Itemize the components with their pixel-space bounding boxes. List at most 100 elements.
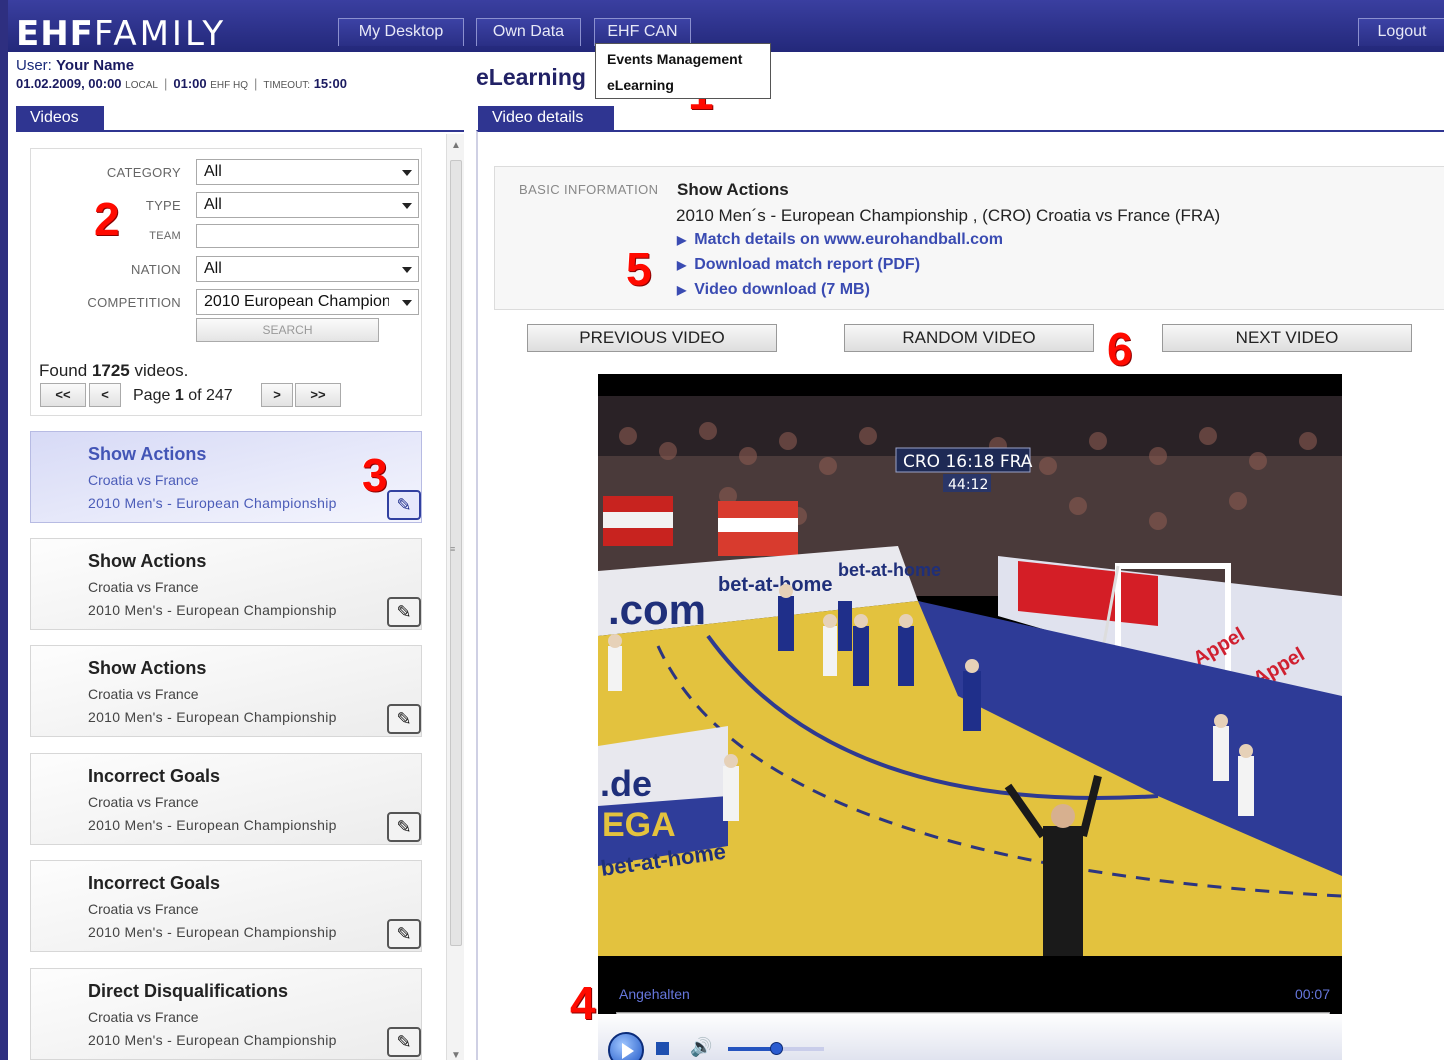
- match-details-text: Match details on www.eurohandball.com: [694, 231, 1004, 248]
- ehf-family-logo[interactable]: EHFFAMILY: [16, 14, 226, 54]
- local-label: LOCAL: [125, 80, 158, 91]
- tab-video-details[interactable]: Video details: [478, 106, 614, 130]
- next-page-button[interactable]: >: [261, 383, 293, 407]
- match-details-link[interactable]: ▶ Match details on www.eurohandball.com: [677, 231, 1003, 249]
- competition-select[interactable]: 2010 European Championship: [196, 289, 419, 315]
- video-match: Croatia vs France: [88, 472, 199, 488]
- user-info: User: Your Name: [16, 57, 134, 74]
- competition-label: COMPETITION: [87, 295, 181, 310]
- scoreboard-clock: 44:12: [948, 477, 988, 493]
- filter-form: CATEGORY All TYPE All TEAM NATION All CO…: [30, 148, 422, 416]
- video-list-item[interactable]: Direct Disqualifications Croatia vs Fran…: [30, 968, 422, 1060]
- annotation-number: 5: [626, 243, 652, 295]
- random-video-button[interactable]: RANDOM VIDEO: [844, 324, 1094, 352]
- annotation-number: 4: [570, 977, 596, 1029]
- timeout-value: 15:00: [313, 76, 347, 91]
- category-label: CATEGORY: [106, 165, 181, 180]
- tab-my-desktop[interactable]: My Desktop: [338, 18, 464, 46]
- ad-board-text: bet-at-home: [838, 560, 941, 580]
- edit-pencil-icon[interactable]: ✎: [387, 919, 421, 949]
- video-competition: 2010 Men's - European Championship: [88, 709, 337, 725]
- video-title: Show Actions: [88, 444, 207, 464]
- edit-pencil-icon[interactable]: ✎: [387, 490, 421, 520]
- scroll-down-icon[interactable]: ▼: [451, 1050, 461, 1060]
- first-page-button[interactable]: <<: [40, 383, 86, 407]
- player-status: Angehalten: [619, 986, 690, 1002]
- video-competition: 2010 Men's - European Championship: [88, 602, 337, 618]
- nation-select[interactable]: All: [196, 256, 419, 282]
- edit-pencil-icon[interactable]: ✎: [387, 597, 421, 627]
- tab-videos[interactable]: Videos: [16, 106, 104, 130]
- nation-value: All: [204, 260, 222, 277]
- play-icon[interactable]: [608, 1032, 644, 1060]
- annotation-number: 6: [1107, 323, 1133, 375]
- video-list-item[interactable]: Incorrect Goals Croatia vs France 2010 M…: [30, 860, 422, 952]
- previous-video-button[interactable]: PREVIOUS VIDEO: [527, 324, 777, 352]
- user-name: Your Name: [56, 57, 135, 74]
- previous-page-button[interactable]: <: [89, 383, 121, 407]
- video-title: Incorrect Goals: [88, 766, 221, 786]
- grip-icon: ≡: [450, 544, 456, 554]
- stop-icon[interactable]: [656, 1042, 669, 1055]
- video-download-text: Video download (7 MB): [694, 281, 870, 298]
- search-button[interactable]: SEARCH: [196, 318, 379, 342]
- basic-information-label: BASIC INFORMATION: [519, 182, 659, 197]
- found-suffix: videos.: [134, 361, 189, 380]
- video-list-item[interactable]: Show Actions Croatia vs France 2010 Men'…: [30, 645, 422, 737]
- competition-value: 2010 European Championship: [204, 293, 389, 310]
- category-select[interactable]: All: [196, 159, 419, 185]
- play-arrow-icon: ▶: [677, 283, 687, 297]
- category-value: All: [204, 163, 222, 180]
- team-input[interactable]: [196, 224, 419, 248]
- annotation-number: 2: [94, 193, 120, 245]
- video-competition: 2010 Men's - European Championship: [88, 1032, 337, 1048]
- video-match: Croatia vs France: [88, 579, 199, 595]
- last-page-button[interactable]: >>: [295, 383, 341, 407]
- tab-ehf-can[interactable]: EHF CAN: [594, 18, 691, 46]
- scroll-up-icon[interactable]: ▲: [451, 140, 461, 151]
- edit-pencil-icon[interactable]: ✎: [387, 1027, 421, 1057]
- video-list-item[interactable]: Show Actions Croatia vs France 2010 Men'…: [30, 538, 422, 630]
- page-current: 1: [174, 387, 184, 404]
- logo-bold-text: EHF: [16, 14, 94, 54]
- download-report-link[interactable]: ▶ Download match report (PDF): [677, 256, 920, 274]
- video-title: Show Actions: [88, 551, 207, 571]
- video-download-link[interactable]: ▶ Video download (7 MB): [677, 281, 870, 299]
- found-prefix: Found: [39, 361, 88, 380]
- logout-button[interactable]: Logout: [1358, 18, 1444, 46]
- tab-own-data[interactable]: Own Data: [476, 18, 581, 46]
- video-player[interactable]: CRO 16:18 FRA 44:12 .com bet-at-home bet…: [598, 374, 1342, 1060]
- video-title: Incorrect Goals: [88, 873, 221, 893]
- page-indicator: Page 1 of 247: [133, 387, 233, 405]
- volume-knob[interactable]: [770, 1042, 783, 1055]
- edit-pencil-icon[interactable]: ✎: [387, 704, 421, 734]
- app-window: EHFFAMILY My Desktop Own Data EHF CAN Lo…: [8, 0, 1444, 1060]
- menu-item-elearning[interactable]: eLearning: [607, 77, 674, 93]
- video-match: Croatia vs France: [88, 901, 199, 917]
- videos-scrollbar[interactable]: ▲ ≡ ▼: [446, 134, 464, 1060]
- type-select[interactable]: All: [196, 192, 419, 218]
- ad-board-text: .de: [600, 763, 652, 804]
- scoreboard-text: CRO 16:18 FRA: [903, 452, 1033, 472]
- menu-item-events-management[interactable]: Events Management: [607, 51, 742, 67]
- ehf-can-dropdown-menu: Events Management eLearning: [595, 43, 771, 99]
- edit-pencil-icon[interactable]: ✎: [387, 812, 421, 842]
- player-time: 00:07: [1294, 986, 1330, 1002]
- video-match: Croatia vs France: [88, 1009, 199, 1025]
- local-datetime: 01.02.2009, 00:00: [16, 76, 122, 91]
- page-prefix: Page: [133, 387, 171, 404]
- volume-slider[interactable]: [728, 1042, 824, 1055]
- video-title: Show Actions: [88, 658, 207, 678]
- video-match: Croatia vs France: [88, 794, 199, 810]
- video-frame-image: CRO 16:18 FRA 44:12 .com bet-at-home bet…: [598, 396, 1342, 956]
- video-list-item[interactable]: Incorrect Goals Croatia vs France 2010 M…: [30, 753, 422, 845]
- video-detail-title: Show Actions: [677, 180, 789, 199]
- video-details-panel: BASIC INFORMATION Show Actions 2010 Men´…: [476, 130, 1444, 1060]
- results-count: Found 1725 videos.: [39, 361, 188, 381]
- play-arrow-icon: ▶: [677, 233, 687, 247]
- chevron-down-icon: [402, 300, 412, 306]
- play-arrow-icon: ▶: [677, 258, 687, 272]
- timeout-label: TIMEOUT:: [263, 80, 311, 91]
- speaker-icon[interactable]: 🔊: [690, 1037, 712, 1058]
- next-video-button[interactable]: NEXT VIDEO: [1162, 324, 1412, 352]
